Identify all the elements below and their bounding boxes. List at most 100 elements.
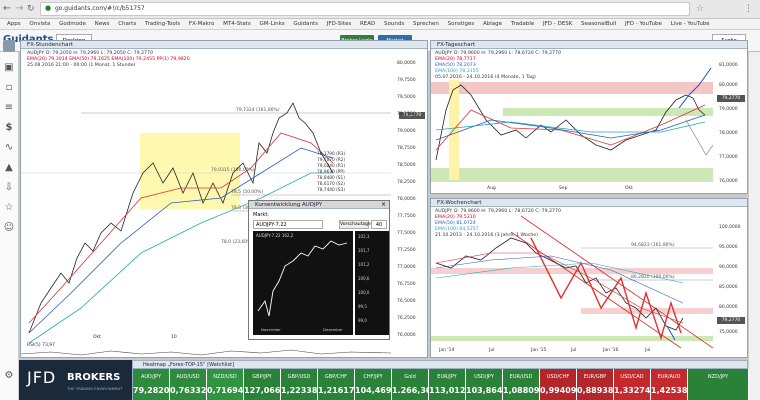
bookmark-item[interactable]: Apps xyxy=(7,19,21,29)
heatmap-price: 1,33274 xyxy=(614,386,651,395)
y-tick: 79,0000 xyxy=(397,129,416,134)
y-tick: 101,7 xyxy=(358,248,370,253)
heatmap-cell[interactable]: USD/CAD 1,33274 xyxy=(614,369,651,400)
url-text: go.guidants.com/#!/c/b51757 xyxy=(55,5,145,12)
price-snapshot-window[interactable]: Kursentwicklung AUDJPY × Markt: AUDJPY-7… xyxy=(248,200,390,340)
preview-days-button[interactable]: Vorschautage xyxy=(339,220,371,229)
address-bar[interactable]: go.guidants.com/#!/c/b51757 ● xyxy=(40,2,690,16)
y-tick: 100,0 xyxy=(358,290,370,295)
star-bookmark-icon[interactable]: ☆ xyxy=(696,3,704,15)
jfd-brand: JFD xyxy=(27,368,57,387)
y-tick: 77,0000 xyxy=(397,265,416,270)
ema50-line xyxy=(435,114,706,141)
reload-icon[interactable]: ↻ xyxy=(27,3,35,15)
heatmap-cell[interactable]: AUD/JPY 79,28200 xyxy=(133,369,175,400)
x-tick: Jan '16 xyxy=(603,348,619,353)
forward-icon[interactable]: → xyxy=(15,3,23,15)
bookmark-item[interactable]: News xyxy=(95,19,110,29)
bookmarks-bar: Apps Onvista Godmode News Charts Trading… xyxy=(0,19,760,30)
heatmap-cell[interactable]: USD/CHF 0,99409 xyxy=(540,369,577,400)
bookmark-item[interactable]: Tradable xyxy=(511,19,534,29)
rsi-canvas xyxy=(21,349,391,356)
heatmap-cell[interactable]: GBP/JPY 127,06600 xyxy=(244,369,292,400)
heatmap-cell[interactable]: EUR/GBP 0,88938 xyxy=(577,369,614,400)
bookmark-item[interactable]: SeasonalBull xyxy=(581,19,616,29)
bookmark-item[interactable]: Trading-Tools xyxy=(145,19,180,29)
x-tick: Jan '14 xyxy=(439,348,455,353)
fib-label: 86,2820 (100,00%) xyxy=(631,274,675,280)
star-icon[interactable]: ☆ xyxy=(3,202,15,214)
days-input[interactable]: 40 xyxy=(371,220,387,229)
bookmark-item[interactable]: JFD - YouTube xyxy=(625,19,662,29)
heatmap-title: Heatmap „Forex-TOP-15“ [Watchlist] xyxy=(132,360,748,369)
y-tick: 76,5000 xyxy=(397,299,416,304)
y-tick: 78,5000 xyxy=(397,163,416,168)
heatmap-cell[interactable]: NZD/USD 0,71694 xyxy=(207,369,244,400)
heatmap-cell[interactable]: EUR/USD 1,08809 xyxy=(503,369,540,400)
settings-icon[interactable]: ⚙ xyxy=(3,370,15,382)
pivot-label: 79,1070 (R2) xyxy=(317,157,346,163)
daily-chart-panel: FX-Tageschart AUDJPY O: 79,9600 H: 79,29… xyxy=(430,40,748,194)
bookmark-item[interactable]: Sprechen xyxy=(413,19,439,29)
heatmap-price: 1,42538 xyxy=(651,386,688,395)
heatmap-cell[interactable]: EUR/JPY 113,01200 xyxy=(429,369,477,400)
price-line xyxy=(435,84,706,161)
y-tick: 79,7500 xyxy=(397,78,416,83)
close-icon[interactable]: × xyxy=(381,201,386,209)
heatmap-price: 1.266,30 xyxy=(392,386,432,395)
heatmap-cell[interactable]: EUR/AUD 1,42538 xyxy=(651,369,688,400)
heatmap-price: 0,76332 xyxy=(170,386,207,395)
y-tick: 85,0000 xyxy=(719,285,738,290)
user-icon[interactable]: ☺ xyxy=(3,222,15,234)
heatmap-cell[interactable]: USD/JPY 103,86400 xyxy=(466,369,514,400)
price-tag: 79,2770 xyxy=(717,317,745,324)
chart-legend: AUDJPY O: 79,9600 H: 79,2960 L: 78,6720 … xyxy=(435,209,561,239)
heatmap-cell[interactable]: GBP/CHF 1,21617 xyxy=(318,369,355,400)
heatmap-cell[interactable]: GBP/USD 1,22338 xyxy=(281,369,318,400)
market-input-value: AUDJPY-7.22 xyxy=(256,222,287,228)
heatmap-price: 0,88938 xyxy=(577,386,614,395)
bookmark-item[interactable]: Guidants xyxy=(293,19,318,29)
y-tick: 77,5000 xyxy=(397,231,416,236)
bookmark-item[interactable]: Ablage xyxy=(483,19,502,29)
bookmark-item[interactable]: Sonstiges xyxy=(448,19,475,29)
heatmap-symbol: AUD/USD xyxy=(176,374,200,380)
bookmark-item[interactable]: Godmode xyxy=(59,19,86,29)
heatmap-cell[interactable]: AUD/USD 0,76332 xyxy=(170,369,207,400)
bookmark-item[interactable]: JFD-Sites xyxy=(327,19,351,29)
download-icon[interactable]: ⇩ xyxy=(3,182,15,194)
heatmap-cell[interactable]: Gold 1.266,30 xyxy=(392,369,432,400)
bookmark-item[interactable]: Sounds xyxy=(384,19,404,29)
monitor-icon[interactable]: ▣ xyxy=(3,62,15,74)
menu-icon[interactable]: ⋮ xyxy=(744,3,753,15)
legend-line: 05.07.2016 - 24.10.2016 (4 Monate, 1 Tag… xyxy=(435,75,536,80)
market-input[interactable]: AUDJPY-7.22 xyxy=(253,220,323,229)
days-value: 40 xyxy=(375,222,383,228)
list-icon[interactable]: ≡ xyxy=(3,102,15,114)
heatmap-cell[interactable]: CHF/JPY 104,46900 xyxy=(355,369,403,400)
resistance-zone xyxy=(431,82,713,94)
bookmark-item[interactable]: JFD - DESK xyxy=(543,19,572,29)
y-tick: 102,3 xyxy=(358,234,370,239)
heatmap-cell[interactable]: NZD/JPY xyxy=(688,369,749,400)
bookmark-item[interactable]: Live - YouTube xyxy=(671,19,710,29)
dollar-icon[interactable]: $ xyxy=(3,122,15,134)
bookmark-item[interactable]: READ xyxy=(360,19,375,29)
bookmark-item[interactable]: MT4-Stats xyxy=(223,19,251,29)
jfd-brokers-banner[interactable]: JFD BROKERS THE TRADING ENVIRONMENT xyxy=(19,360,132,400)
chart-icon[interactable]: ▲ xyxy=(3,162,15,174)
y-tick: 101,2 xyxy=(358,262,370,267)
heatmap-symbol: GBP/USD xyxy=(287,374,311,380)
legend-line: 25.08.2016 21:00 - 00:00 (1 Monat, 1 Stu… xyxy=(27,63,136,68)
bookmark-item[interactable]: Charts xyxy=(118,19,136,29)
bookmark-item[interactable]: Onvista xyxy=(29,19,50,29)
bookmark-item[interactable]: FX-Makro xyxy=(189,19,214,29)
chat-icon[interactable]: ▫ xyxy=(3,82,15,94)
bookmark-item[interactable]: GM-Links xyxy=(260,19,285,29)
y-tick: 80,0000 xyxy=(719,83,738,88)
avatar[interactable] xyxy=(3,40,15,52)
pivot-label: 79,0240 (R1) xyxy=(317,163,346,169)
back-icon[interactable]: ← xyxy=(3,3,11,15)
pulse-icon[interactable]: ∿ xyxy=(3,142,15,154)
right-scrollbar[interactable] xyxy=(748,52,760,400)
